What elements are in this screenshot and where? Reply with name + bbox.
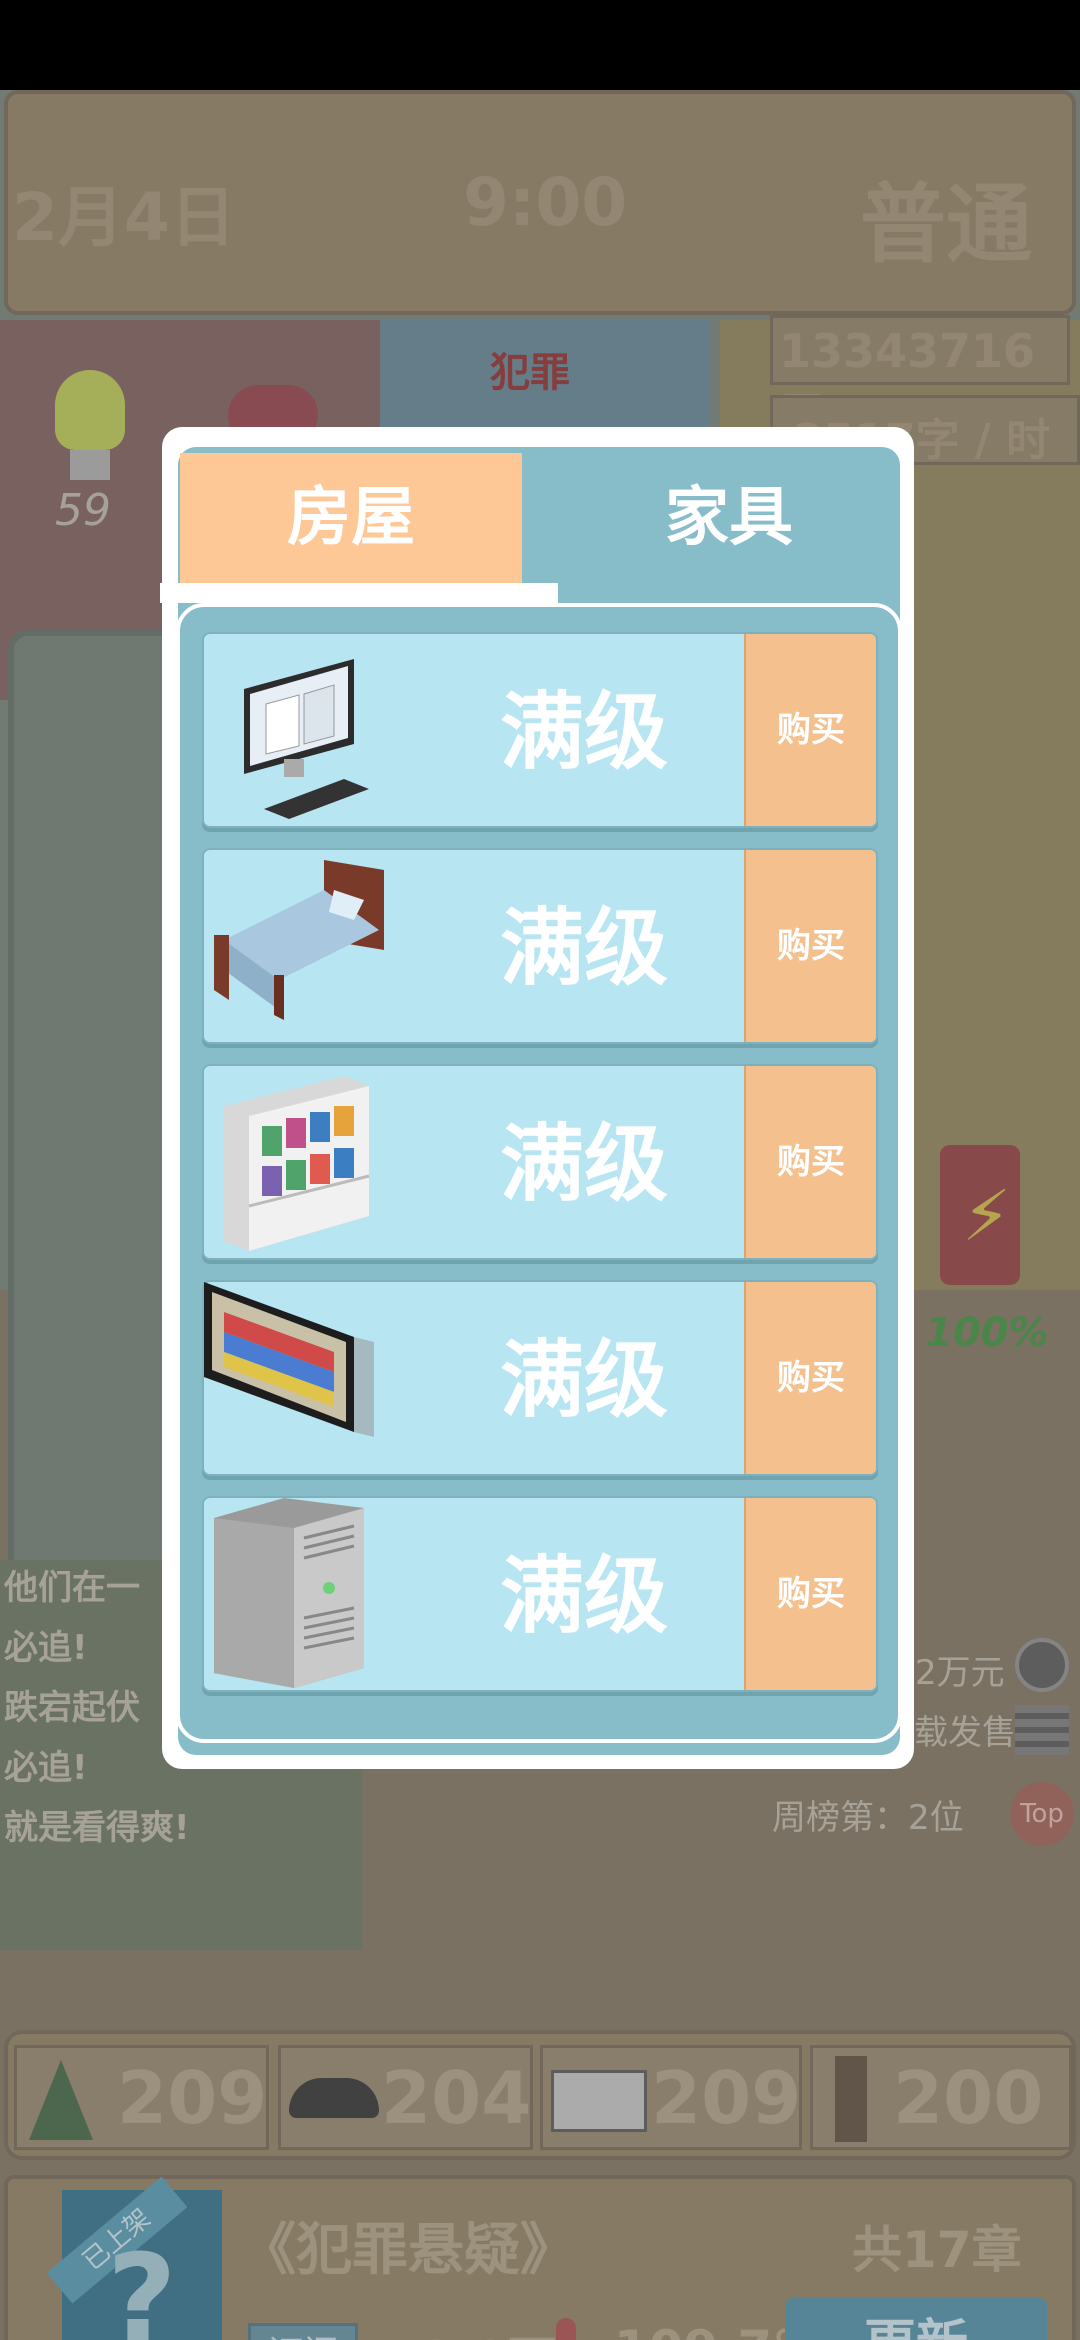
list-item: 满级 购买	[202, 1280, 878, 1476]
tab-furniture[interactable]: 家具	[558, 453, 900, 583]
bookshelf-icon	[204, 1066, 384, 1258]
buy-button[interactable]: 购买	[744, 1066, 876, 1258]
buy-button[interactable]: 购买	[744, 1498, 876, 1690]
computer-icon	[204, 634, 384, 826]
list-item: 满级 购买	[202, 1496, 878, 1692]
item-status: 满级	[499, 1331, 668, 1429]
buy-button[interactable]: 购买	[744, 850, 876, 1042]
tab-house-label: 房屋	[287, 481, 415, 555]
list-item: 满级 购买	[202, 1064, 878, 1260]
item-status: 满级	[499, 1547, 668, 1645]
item-status: 满级	[499, 683, 668, 781]
item-status: 满级	[499, 1115, 668, 1213]
list-item: 满级 购买	[202, 848, 878, 1044]
tab-furniture-label: 家具	[665, 481, 793, 555]
tab-house[interactable]: 房屋	[180, 453, 522, 583]
tv-icon	[204, 1282, 384, 1474]
tab-divider	[160, 583, 558, 603]
item-status: 满级	[499, 899, 668, 997]
bed-icon	[204, 850, 384, 1042]
buy-button[interactable]: 购买	[744, 1282, 876, 1474]
list-item: 满级 购买	[202, 632, 878, 828]
air-conditioner-icon	[204, 1498, 384, 1690]
buy-button[interactable]: 购买	[744, 634, 876, 826]
